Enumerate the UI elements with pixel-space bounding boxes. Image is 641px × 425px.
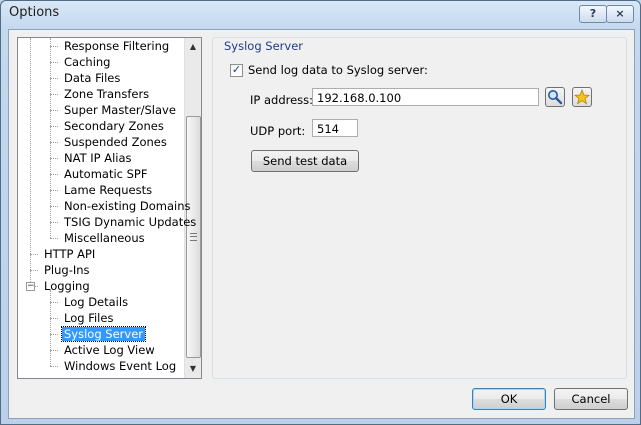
tree-item-label: HTTP API (44, 247, 96, 261)
tree-item-label: Caching (64, 55, 111, 69)
tree-guide-line (50, 334, 58, 335)
tree-item-label: Logging (44, 279, 90, 293)
tree-item-label: Automatic SPF (64, 167, 148, 181)
tree-guide-line (50, 350, 58, 351)
scroll-down-button[interactable]: ▼ (185, 361, 201, 377)
tree-item[interactable]: Non-existing Domains (62, 198, 193, 214)
tree-guide-line (50, 142, 58, 143)
tree-item[interactable]: Syslog Server (61, 326, 146, 342)
tree-item[interactable]: Active Log View (62, 342, 157, 358)
collapse-icon[interactable]: − (26, 282, 35, 291)
cancel-button[interactable]: Cancel (554, 388, 628, 410)
scroll-up-button[interactable]: ▲ (185, 39, 201, 55)
tree-item[interactable]: Logging (42, 278, 92, 294)
tree-item[interactable]: Suspended Zones (62, 134, 169, 150)
tree-item-label: Suspended Zones (64, 135, 167, 149)
tree-item[interactable]: Windows Event Log (62, 358, 178, 374)
tree-guide-line (30, 270, 38, 271)
tree-item[interactable]: Lame Requests (62, 182, 154, 198)
udp-port-input[interactable]: 514 (312, 119, 358, 137)
lookup-button[interactable] (545, 87, 565, 107)
ok-button[interactable]: OK (472, 388, 546, 410)
tree-guide-line (50, 174, 58, 175)
window-title: Options (9, 5, 60, 20)
tree-guide-line (50, 318, 58, 319)
tree-guide-line (30, 38, 31, 286)
tree-guide-line (50, 238, 58, 239)
tree-item-label: Response Filtering (64, 39, 170, 53)
tree-guide-line (50, 38, 51, 238)
send-test-data-button[interactable]: Send test data (251, 150, 359, 172)
favorites-button[interactable] (572, 87, 592, 107)
tree-guide-line (50, 222, 58, 223)
close-button[interactable]: × (606, 5, 634, 23)
tree-item[interactable]: Log Files (62, 310, 115, 326)
tree-guide-line (50, 366, 58, 367)
tree-guide-line (50, 126, 58, 127)
tree-item-label: Syslog Server (61, 326, 146, 342)
group-title: Syslog Server (221, 39, 306, 53)
tree-item[interactable]: Miscellaneous (62, 230, 147, 246)
ip-address-label: IP address: (250, 93, 314, 107)
tree-guide-line (50, 46, 58, 47)
tree-guide-line (50, 94, 58, 95)
tree-item-label: Log Details (64, 295, 129, 309)
tree-item[interactable]: Caching (62, 54, 112, 70)
tree-item-label: Lame Requests (64, 183, 153, 197)
tree-item[interactable]: TSIG Dynamic Updates (62, 214, 198, 230)
tree-guide-line (30, 254, 38, 255)
dialog-client-area: ▲ ▼ Response Filtering Caching Data Files Z… (8, 29, 635, 419)
udp-port-label: UDP port: (250, 124, 306, 138)
tree-item[interactable]: Secondary Zones (62, 118, 166, 134)
tree-item-label: Windows Event Log (64, 359, 177, 373)
tree-item[interactable]: Super Master/Slave (62, 102, 178, 118)
options-tree[interactable]: ▲ ▼ Response Filtering Caching Data Files Z… (17, 37, 202, 379)
tree-item[interactable]: Automatic SPF (62, 166, 149, 182)
star-icon (573, 88, 591, 105)
syslog-server-group: Syslog Server ✓ Send log data to Syslog … (212, 37, 627, 379)
scroll-thumb[interactable] (186, 116, 201, 358)
tree-item-label: Non-existing Domains (64, 199, 191, 213)
tree-guide-line (50, 110, 58, 111)
tree-item-label: Log Files (64, 311, 114, 325)
tree-item-label: Active Log View (64, 343, 155, 357)
send-log-checkbox[interactable]: ✓ (230, 64, 243, 77)
grip-icon (190, 233, 197, 241)
tree-item[interactable]: Zone Transfers (62, 86, 151, 102)
tree-item-label: Zone Transfers (64, 87, 150, 101)
tree-item-label: Secondary Zones (64, 119, 164, 133)
tree-item[interactable]: Response Filtering (62, 38, 171, 54)
tree-item-label: Super Master/Slave (64, 103, 176, 117)
tree-item[interactable]: Data Files (62, 70, 122, 86)
tree-guide-line (50, 78, 58, 79)
magnifier-icon (548, 90, 563, 105)
tree-guide-line (50, 206, 58, 207)
tree-item[interactable]: NAT IP Alias (62, 150, 134, 166)
help-button[interactable]: ? (579, 5, 607, 23)
tree-item-label: TSIG Dynamic Updates (64, 215, 197, 229)
tree-item[interactable]: Plug-Ins (42, 262, 92, 278)
options-window: Options ? × ▲ ▼ Response Filtering Cachin… (0, 0, 641, 425)
tree-guide-line (50, 190, 58, 191)
send-log-label[interactable]: Send log data to Syslog server: (248, 63, 428, 77)
tree-item[interactable]: HTTP API (42, 246, 97, 262)
tree-guide-line (50, 158, 58, 159)
ip-address-input[interactable]: 192.168.0.100 (312, 88, 539, 106)
tree-item-label: Miscellaneous (64, 231, 145, 245)
tree-item-label: NAT IP Alias (64, 151, 132, 165)
tree-item-label: Plug-Ins (44, 263, 90, 277)
tree-item-label: Data Files (64, 71, 121, 85)
tree-guide-line (50, 62, 58, 63)
tree-item[interactable]: Log Details (62, 294, 130, 310)
tree-guide-line (50, 302, 58, 303)
